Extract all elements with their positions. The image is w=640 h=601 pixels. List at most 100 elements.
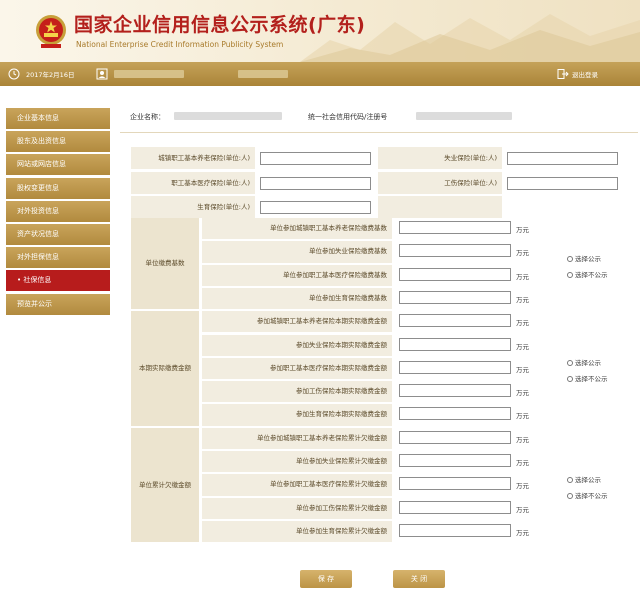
amount-input[interactable] (399, 454, 511, 467)
amount-input[interactable] (399, 523, 511, 537)
great-wall-background-icon (300, 14, 640, 62)
count-input[interactable] (507, 177, 618, 190)
field-label: 单位参加城镇职工基本养老保险累计欠缴金额 (202, 427, 392, 449)
unit-label: 万元 (516, 389, 529, 398)
count-label: 城镇职工基本养老保险(单位:人) (131, 147, 255, 169)
field-label: 单位参加城镇职工基本养老保险缴费基数 (202, 218, 392, 240)
count-input[interactable] (260, 152, 371, 165)
group-label: 单位缴费基数 (131, 218, 199, 310)
unit-label: 万元 (516, 435, 529, 444)
redacted-credit-code (416, 112, 512, 120)
no-publish-radio[interactable]: 选择不公示 (567, 269, 608, 279)
close-button[interactable]: 关 闭 (393, 570, 445, 588)
publish-radio[interactable]: 选择公示 (567, 253, 601, 263)
logout-link[interactable]: 退出登录 (572, 69, 598, 79)
amount-input[interactable] (399, 500, 511, 514)
amount-input[interactable] (399, 267, 511, 281)
unit-label: 万元 (516, 342, 529, 351)
radio-label: 选择不公示 (575, 375, 608, 384)
sidebar: 企业基本信息 股东及出资信息 网站或网店信息 股权变更信息 对外投资信息 资产状况信息 对外… (6, 108, 110, 317)
radio-circle-icon[interactable] (567, 255, 573, 262)
amount-input[interactable] (399, 314, 511, 328)
publish-radio[interactable]: 选择公示 (567, 474, 601, 484)
divider (120, 132, 638, 133)
radio-circle-icon[interactable] (567, 492, 573, 499)
radio-circle-icon[interactable] (567, 271, 573, 278)
radio-label: 选择不公示 (575, 491, 608, 500)
count-input[interactable] (260, 177, 371, 190)
amount-input[interactable] (399, 221, 511, 234)
count-input[interactable] (507, 152, 618, 165)
credit-code-label: 统一社会信用代码/注册号 (308, 113, 388, 121)
sidebar-item[interactable]: 对外担保信息 (6, 247, 110, 269)
radio-label: 选择公示 (575, 359, 601, 368)
unit-label: 万元 (516, 226, 529, 234)
field-label: 参加工伤保险本期实际缴费金额 (202, 381, 392, 403)
unit-label: 万元 (516, 295, 529, 304)
top-bar: 2017年2月16日 退出登录 (0, 62, 640, 86)
redacted-company (114, 70, 184, 78)
radio-circle-icon[interactable] (567, 360, 573, 367)
current-date: 2017年2月16日 (26, 71, 75, 79)
unit-label: 万元 (516, 505, 529, 514)
count-input[interactable] (260, 201, 371, 214)
field-label: 参加职工基本医疗保险本期实际缴费金额 (202, 357, 392, 380)
group-label: 本期实际缴费金额 (131, 311, 199, 426)
radio-circle-icon[interactable] (567, 376, 573, 383)
amount-input[interactable] (399, 407, 511, 421)
count-label: 生育保险(单位:人) (131, 196, 255, 218)
site-title-en: National Enterprise Credit Information P… (76, 40, 284, 49)
sidebar-item[interactable]: 企业基本信息 (6, 108, 110, 129)
count-label: 职工基本医疗保险(单位:人) (131, 172, 255, 194)
clock-icon (8, 68, 20, 80)
count-label: 失业保险(单位:人) (378, 147, 502, 169)
unit-label: 万元 (516, 412, 529, 421)
unit-label: 万元 (516, 319, 529, 328)
sidebar-item[interactable]: 对外投资信息 (6, 200, 110, 222)
radio-label: 选择不公示 (575, 270, 608, 279)
site-header: 国家企业信用信息公示系统(广东) National Enterprise Cre… (0, 0, 640, 62)
sidebar-item[interactable]: 预览并公示 (6, 293, 110, 315)
unit-label: 万元 (516, 482, 529, 491)
radio-circle-icon[interactable] (567, 476, 573, 483)
save-button[interactable]: 保 存 (300, 570, 352, 588)
field-label: 参加生育保险本期实际缴费金额 (202, 404, 392, 426)
count-label: 工伤保险(单位:人) (378, 172, 502, 194)
field-label: 单位参加职工基本医疗保险缴费基数 (202, 264, 392, 286)
user-icon (96, 68, 108, 80)
no-publish-radio[interactable]: 选择不公示 (567, 373, 608, 383)
redacted-company-name (174, 112, 282, 120)
amount-input[interactable] (399, 290, 511, 304)
amount-input[interactable] (399, 244, 511, 258)
unit-label: 万元 (516, 249, 529, 258)
sidebar-item[interactable]: 股权变更信息 (6, 177, 110, 199)
radio-label: 选择公示 (575, 254, 601, 263)
field-label: 单位参加失业保险累计欠缴金额 (202, 451, 392, 473)
field-label: 参加失业保险本期实际缴费金额 (202, 334, 392, 356)
field-label: 参加城镇职工基本养老保险本期实际缴费金额 (202, 311, 392, 333)
sidebar-item[interactable]: 社保信息 (6, 270, 110, 292)
count-label-empty (378, 196, 502, 218)
no-publish-radio[interactable]: 选择不公示 (567, 490, 608, 500)
unit-label: 万元 (516, 459, 529, 467)
amount-input[interactable] (399, 360, 511, 374)
amount-input[interactable] (399, 337, 511, 351)
sidebar-item[interactable]: 资产状况信息 (6, 223, 110, 245)
redacted-code (238, 70, 288, 78)
amount-input[interactable] (399, 477, 511, 491)
unit-label: 万元 (516, 272, 529, 281)
field-label: 单位参加职工基本医疗保险累计欠缴金额 (202, 474, 392, 496)
sidebar-item[interactable]: 股东及出资信息 (6, 131, 110, 153)
field-label: 单位参加生育保险缴费基数 (202, 287, 392, 310)
sidebar-item[interactable]: 网站或网店信息 (6, 154, 110, 176)
amount-input[interactable] (399, 384, 511, 398)
logout-icon[interactable] (557, 68, 569, 80)
amount-input[interactable] (399, 430, 511, 444)
company-info-row: 企业名称： 统一社会信用代码/注册号 (120, 106, 638, 128)
company-name-label: 企业名称： (130, 113, 165, 121)
publish-radio[interactable]: 选择公示 (567, 357, 601, 367)
radio-label: 选择公示 (575, 475, 601, 484)
national-emblem-icon (36, 15, 66, 48)
unit-label: 万元 (516, 365, 529, 374)
group-label: 单位累计欠缴金额 (131, 427, 199, 543)
